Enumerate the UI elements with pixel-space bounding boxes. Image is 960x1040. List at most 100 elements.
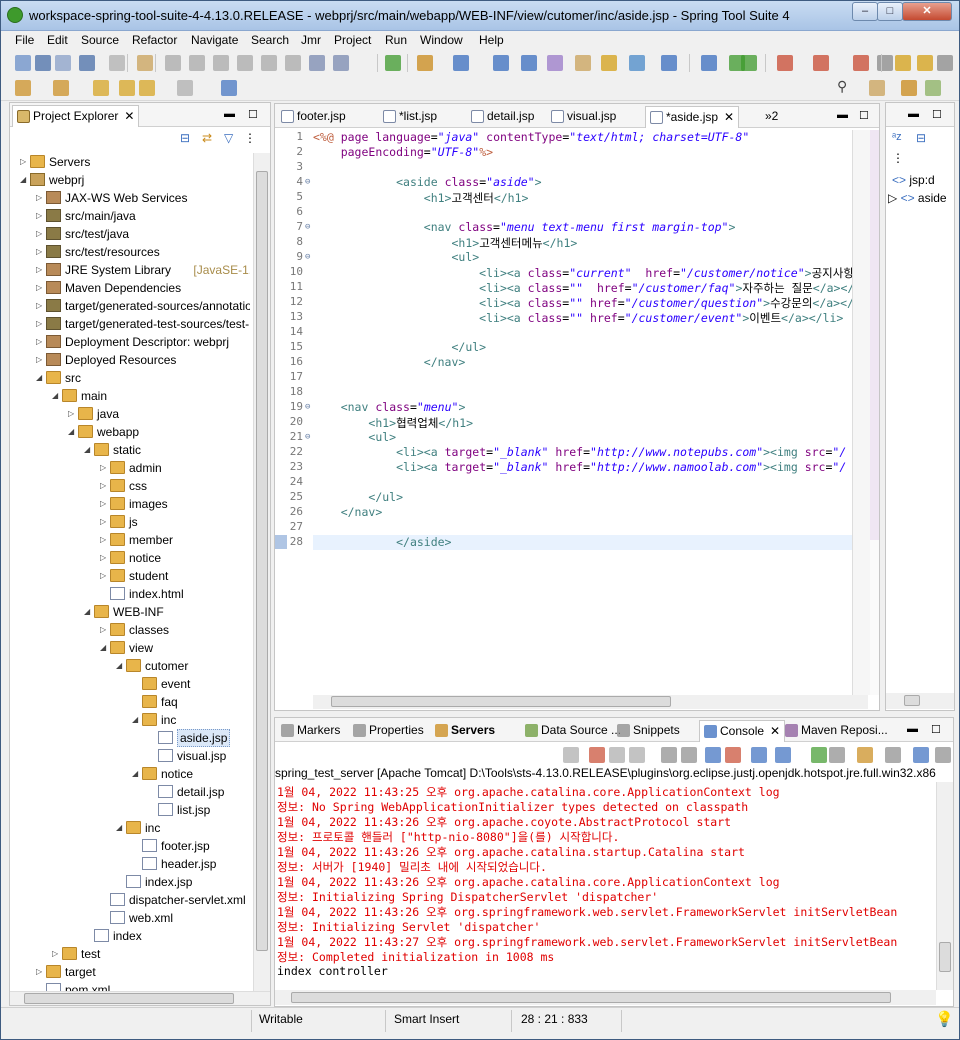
tree-item[interactable]: ▷ src/test/java (36, 225, 250, 243)
expand-arrow-icon[interactable]: ▷ (36, 265, 42, 274)
tree-item[interactable]: ▷ css (100, 477, 250, 495)
console-toolbar-icon[interactable] (609, 747, 625, 763)
sort-icon[interactable]: ᵃz (892, 131, 902, 143)
menu-help[interactable]: Help (479, 33, 504, 47)
menu-search[interactable]: Search (251, 33, 289, 47)
view-menu-icon[interactable]: ⋮ (892, 151, 904, 165)
tree-item[interactable]: ◢ main (52, 387, 250, 405)
expand-arrow-icon[interactable]: ▷ (36, 229, 42, 238)
expand-arrow-icon[interactable]: ▷ (36, 283, 42, 292)
tree-item[interactable]: ▷ target (36, 963, 250, 981)
tree-item[interactable]: footer.jsp (132, 837, 250, 855)
editor-tab[interactable]: *list.jsp (379, 106, 441, 128)
tree-item[interactable]: ▷ images (100, 495, 250, 513)
close-icon[interactable]: ✕ (770, 724, 780, 738)
expand-arrow-icon[interactable]: ▷ (100, 499, 106, 508)
tree-item[interactable]: event (132, 675, 250, 693)
outline-item[interactable]: <> jsp:d (892, 173, 935, 187)
tree-item[interactable]: ▷ Deployed Resources (36, 351, 250, 369)
expand-arrow-icon[interactable]: ▷ (100, 481, 106, 490)
toolbar-icon[interactable] (261, 55, 277, 71)
fold-icon[interactable]: ⊖ (305, 402, 310, 412)
tree-item[interactable]: ▷ classes (100, 621, 250, 639)
toolbar-icon[interactable] (601, 55, 617, 71)
toolbar-icon[interactable] (741, 55, 757, 71)
console-toolbar-icon[interactable] (661, 747, 677, 763)
console-toolbar-icon[interactable] (935, 747, 951, 763)
expand-arrow-icon[interactable]: ▷ (36, 211, 42, 220)
bottom-tab[interactable]: Servers (431, 720, 499, 742)
toolbar-icon[interactable] (629, 55, 645, 71)
tree-item[interactable]: index (84, 927, 250, 945)
console-toolbar-icon[interactable] (829, 747, 845, 763)
bottom-tab[interactable]: Markers (277, 720, 344, 742)
tree-item[interactable]: ◢ static (84, 441, 250, 459)
toolbar-icon[interactable] (35, 55, 51, 71)
minimize-icon[interactable]: ▬ (908, 108, 919, 120)
bottom-tab[interactable]: Properties (349, 720, 428, 742)
minimize-icon[interactable]: ▬ (224, 108, 235, 120)
expand-arrow-icon[interactable]: ▷ (36, 355, 42, 364)
tree-item[interactable]: ◢ inc (116, 819, 250, 837)
nav-icon[interactable] (53, 80, 69, 96)
expand-arrow-icon[interactable]: ▷ (100, 625, 106, 634)
editor-vscrollbar[interactable] (852, 130, 870, 695)
maximize-button[interactable]: □ (877, 2, 903, 21)
perspective-icon[interactable] (869, 80, 885, 96)
tree-item[interactable]: ◢ notice (132, 765, 250, 783)
fold-icon[interactable]: ⊖ (305, 252, 310, 262)
perspective-icon[interactable] (901, 80, 917, 96)
nav-icon[interactable] (15, 80, 31, 96)
collapse-arrow-icon[interactable]: ◢ (52, 391, 58, 400)
tree-item[interactable]: ▷ target/generated-test-sources/test- (36, 315, 250, 333)
toolbar-icon[interactable] (575, 55, 591, 71)
expand-arrow-icon[interactable]: ▷ (100, 571, 106, 580)
hscroll-thumb[interactable] (331, 696, 671, 707)
toolbar-icon[interactable] (333, 55, 349, 71)
editor-tab[interactable]: footer.jsp (277, 106, 350, 128)
bottom-tab[interactable]: Maven Reposi... (781, 720, 892, 742)
tree-item[interactable]: ◢ webapp (68, 423, 250, 441)
minimize-button[interactable]: – (852, 2, 878, 21)
tree-item[interactable]: ◢ inc (132, 711, 250, 729)
menu-project[interactable]: Project (334, 33, 371, 47)
tree-item[interactable]: ▷ target/generated-sources/annotatio (36, 297, 250, 315)
toolbar-icon[interactable] (79, 55, 95, 71)
console-toolbar-icon[interactable] (725, 747, 741, 763)
tree-item[interactable]: list.jsp (148, 801, 250, 819)
console-toolbar-icon[interactable] (775, 747, 791, 763)
tree-item[interactable]: ▷ JAX-WS Web Services (36, 189, 250, 207)
menu-edit[interactable]: Edit (47, 33, 68, 47)
toolbar-icon[interactable] (15, 55, 31, 71)
tree-item[interactable]: ▷ admin (100, 459, 250, 477)
tree-item[interactable]: ▷ Servers (20, 153, 250, 171)
tree-item[interactable]: ▷ student (100, 567, 250, 585)
fold-icon[interactable]: ⊖ (305, 222, 310, 232)
toolbar-icon[interactable] (137, 55, 153, 71)
editor-tab[interactable]: visual.jsp (547, 106, 620, 128)
console-toolbar-icon[interactable] (681, 747, 697, 763)
expand-arrow-icon[interactable]: ▷ (20, 157, 26, 166)
menu-run[interactable]: Run (385, 33, 407, 47)
nav-icon[interactable] (119, 80, 135, 96)
toolbar-icon[interactable] (813, 55, 829, 71)
toolbar-icon[interactable] (165, 55, 181, 71)
tree-item[interactable]: detail.jsp (148, 783, 250, 801)
tree-item[interactable]: ▷ js (100, 513, 250, 531)
tree-item[interactable]: faq (132, 693, 250, 711)
toolbar-icon[interactable] (213, 55, 229, 71)
collapse-arrow-icon[interactable]: ◢ (84, 607, 90, 616)
toolbar-icon[interactable] (661, 55, 677, 71)
toolbar-icon[interactable] (877, 55, 893, 71)
minimize-icon[interactable]: ▬ (837, 109, 848, 121)
tree-item[interactable]: ▷ Deployment Descriptor: webprj (36, 333, 250, 351)
toolbar-icon[interactable] (55, 55, 71, 71)
expand-arrow-icon[interactable]: ▷ (36, 247, 42, 256)
hscroll-thumb[interactable] (904, 695, 920, 706)
toolbar-icon[interactable] (417, 55, 433, 71)
tree-item[interactable]: header.jsp (132, 855, 250, 873)
expand-arrow-icon[interactable]: ▷ (100, 553, 106, 562)
console-toolbar-icon[interactable] (705, 747, 721, 763)
fold-icon[interactable]: ⊖ (305, 177, 310, 187)
toolbar-icon[interactable] (309, 55, 325, 71)
